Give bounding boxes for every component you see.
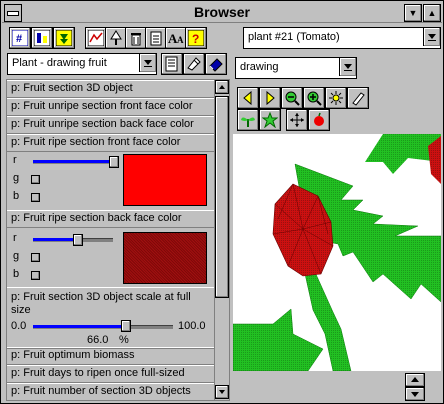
param-row[interactable]: p: Fruit unripe section back face color bbox=[7, 116, 215, 134]
param-row[interactable]: p: Fruit ripe section front face color bbox=[7, 134, 215, 152]
plant-selector-value: plant #21 (Tomato) bbox=[248, 31, 340, 43]
trash-icon[interactable] bbox=[125, 27, 147, 49]
plant-drawing bbox=[233, 134, 441, 371]
color-swatch-front[interactable] bbox=[123, 154, 207, 206]
graph-icon[interactable] bbox=[85, 27, 107, 49]
green-slider-thumb[interactable] bbox=[31, 175, 40, 184]
param-label: p: Fruit number of section 3D objects bbox=[11, 385, 191, 397]
blue-label: b bbox=[13, 190, 20, 202]
scale-slider-thumb[interactable] bbox=[121, 320, 131, 332]
notepad-icon[interactable] bbox=[145, 27, 167, 49]
tree-icon[interactable] bbox=[105, 27, 127, 49]
font-size-icon[interactable]: AA bbox=[165, 27, 187, 49]
param-row[interactable]: p: Fruit number of section 3D objects bbox=[7, 383, 215, 400]
scale-min-label: 0.0 bbox=[11, 320, 27, 332]
eraser-icon[interactable] bbox=[205, 53, 227, 75]
color-swatch-back[interactable] bbox=[123, 232, 207, 284]
sprout-icon[interactable] bbox=[237, 109, 259, 131]
parameter-list: p: Fruit section 3D object p: Fruit unri… bbox=[6, 79, 216, 401]
view-selector[interactable]: drawing bbox=[235, 57, 357, 79]
param-label: p: Fruit days to ripen once full-sized bbox=[11, 367, 185, 379]
minimize-button[interactable]: ▼ bbox=[404, 4, 422, 22]
green-label: g bbox=[13, 250, 20, 262]
section-selector[interactable]: Plant - drawing fruit bbox=[7, 53, 157, 75]
green-label: g bbox=[13, 172, 20, 184]
plant-selector[interactable]: plant #21 (Tomato) bbox=[243, 27, 441, 49]
param-label: p: Fruit ripe section front face color bbox=[11, 136, 181, 148]
view-selector-value: drawing bbox=[240, 61, 279, 73]
window-title: Browser bbox=[193, 4, 251, 20]
scale-max-label: 100.0 bbox=[178, 320, 206, 332]
scale-unit: % bbox=[119, 334, 129, 346]
param-label: p: Fruit ripe section back face color bbox=[11, 212, 182, 224]
browser-window: Browser ▼ ▲ # AA ? plant #21 (Tomato) Pl… bbox=[0, 0, 444, 404]
left-scrollbar[interactable] bbox=[214, 79, 230, 401]
scale-value: 66.0 bbox=[87, 334, 109, 346]
document-view-icon[interactable] bbox=[161, 53, 183, 75]
blue-label: b bbox=[13, 268, 20, 280]
param-label: p: Fruit optimum biomass bbox=[11, 349, 135, 361]
param-row[interactable]: p: Fruit days to ripen once full-sized bbox=[7, 365, 215, 383]
param-row[interactable]: p: Fruit ripe section back face color bbox=[7, 210, 215, 228]
svg-text:#: # bbox=[16, 33, 22, 45]
red-slider-fill bbox=[33, 160, 113, 163]
leaf-icon[interactable] bbox=[259, 109, 281, 131]
move-icon[interactable] bbox=[286, 109, 308, 131]
plant-drawing-canvas[interactable] bbox=[233, 134, 441, 371]
param-label: p: Fruit unripe section back face color bbox=[11, 118, 194, 130]
scroll-down-button[interactable] bbox=[215, 385, 229, 399]
red-slider-thumb[interactable] bbox=[73, 234, 83, 246]
red-slider-fill bbox=[33, 238, 77, 241]
rotate-left-icon[interactable] bbox=[237, 87, 259, 109]
scroll-up-button[interactable] bbox=[405, 373, 425, 387]
scroll-thumb[interactable] bbox=[215, 96, 229, 298]
zoom-in-icon[interactable] bbox=[303, 87, 325, 109]
scroll-up-button[interactable] bbox=[215, 80, 229, 94]
chart-icon[interactable] bbox=[31, 27, 53, 49]
title-bar: Browser ▼ ▲ bbox=[2, 2, 442, 23]
section-selector-value: Plant - drawing fruit bbox=[12, 57, 107, 69]
fruit-icon[interactable] bbox=[308, 109, 330, 131]
down-arrow-box-icon[interactable] bbox=[53, 27, 75, 49]
leaf-shape bbox=[233, 308, 324, 371]
red-slider-thumb[interactable] bbox=[109, 156, 119, 168]
blue-slider-thumb[interactable] bbox=[31, 271, 40, 280]
svg-text:?: ? bbox=[192, 32, 199, 46]
chevron-down-icon[interactable] bbox=[339, 58, 356, 76]
param-label: p: Fruit section 3D object scale at full… bbox=[11, 291, 191, 316]
help-icon[interactable]: ? bbox=[185, 27, 207, 49]
scale-param-block: p: Fruit section 3D object scale at full… bbox=[7, 287, 215, 349]
blue-slider-thumb[interactable] bbox=[31, 193, 40, 202]
param-label: p: Fruit section 3D object bbox=[11, 82, 133, 94]
param-row[interactable]: p: Fruit optimum biomass bbox=[7, 347, 215, 365]
param-row[interactable]: p: Fruit section 3D object bbox=[7, 80, 215, 98]
svg-text:A: A bbox=[177, 35, 184, 45]
maximize-button[interactable]: ▲ bbox=[423, 4, 441, 22]
hash-icon[interactable]: # bbox=[9, 27, 31, 49]
paint-icon[interactable] bbox=[183, 53, 205, 75]
toolbar: # AA ? plant #21 (Tomato) bbox=[2, 23, 442, 51]
red-label: r bbox=[13, 232, 17, 244]
rotate-right-icon[interactable] bbox=[259, 87, 281, 109]
pencil-icon[interactable] bbox=[347, 87, 369, 109]
chevron-down-icon[interactable] bbox=[423, 28, 440, 46]
scroll-down-button[interactable] bbox=[405, 387, 425, 401]
sun-icon[interactable] bbox=[325, 87, 347, 109]
green-slider-thumb[interactable] bbox=[31, 253, 40, 262]
scale-slider-fill bbox=[33, 325, 125, 328]
param-row[interactable]: p: Fruit unripe section front face color bbox=[7, 98, 215, 116]
chevron-down-icon[interactable] bbox=[139, 54, 156, 72]
red-label: r bbox=[13, 154, 17, 166]
zoom-out-icon[interactable] bbox=[281, 87, 303, 109]
param-label: p: Fruit unripe section front face color bbox=[11, 100, 193, 112]
